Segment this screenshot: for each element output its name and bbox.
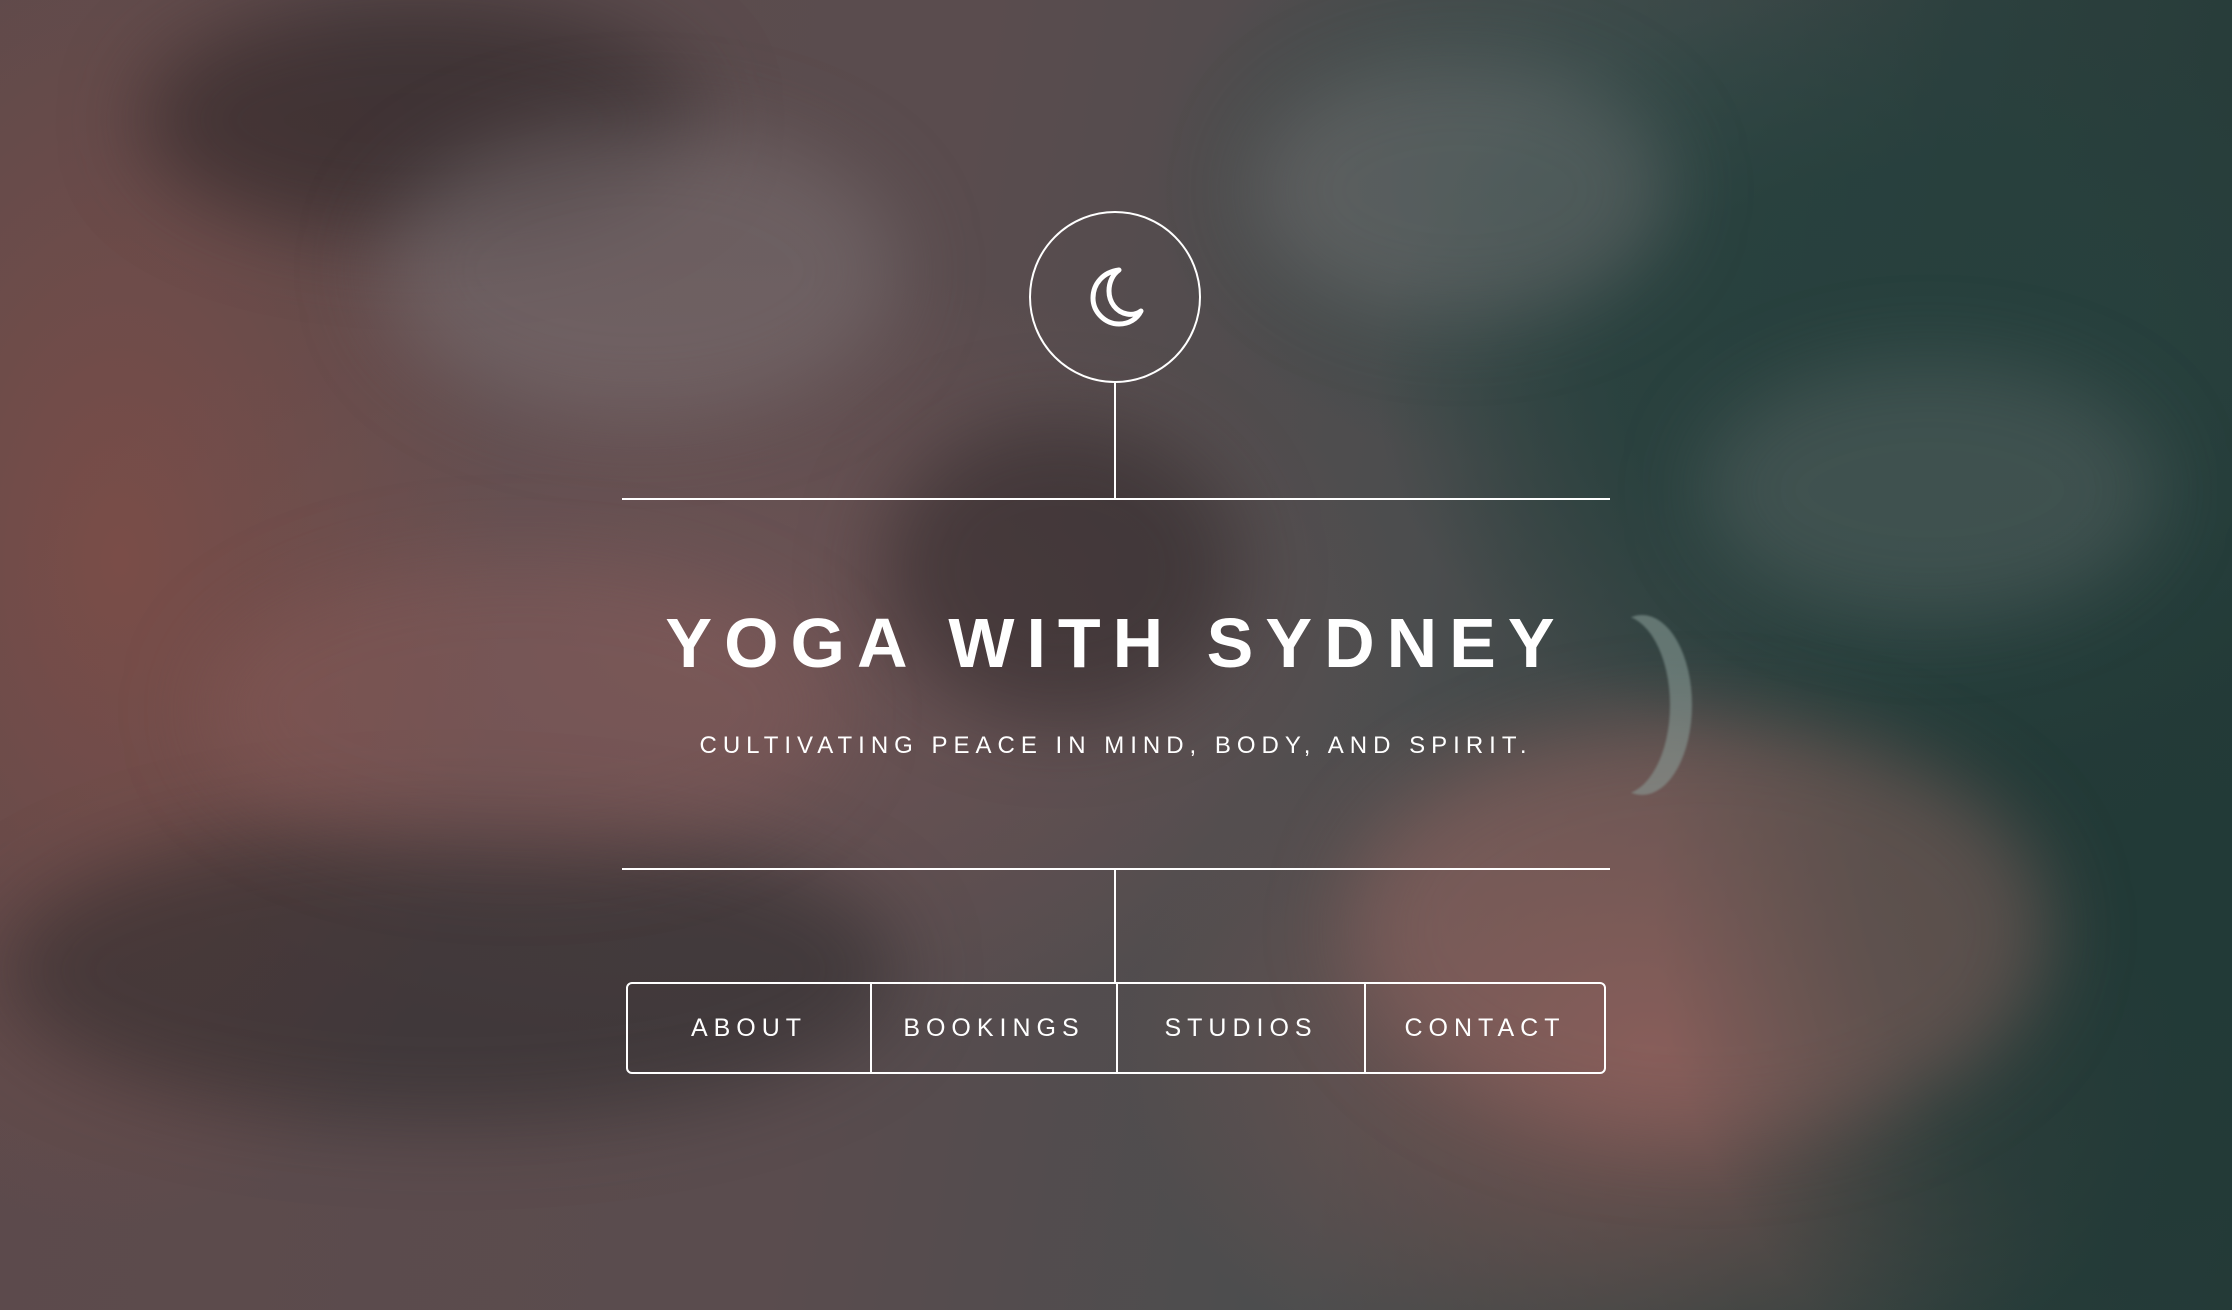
nav-contact-link[interactable]: CONTACT bbox=[1364, 984, 1604, 1072]
cloud-shape bbox=[1250, 60, 1670, 320]
main-nav: ABOUT BOOKINGS STUDIOS CONTACT bbox=[626, 982, 1606, 1074]
site-title: YOGA WITH SYDNEY bbox=[665, 604, 1567, 682]
cloud-shape bbox=[380, 120, 900, 420]
cloud-shape bbox=[0, 820, 900, 1120]
divider-bottom bbox=[622, 868, 1610, 870]
cloud-shape bbox=[1350, 720, 2050, 1140]
crescent-moon-icon bbox=[1083, 264, 1147, 330]
connector-line-top bbox=[1114, 383, 1116, 499]
nav-about-link[interactable]: ABOUT bbox=[628, 984, 870, 1072]
nav-bookings-link[interactable]: BOOKINGS bbox=[870, 984, 1116, 1072]
divider-top bbox=[622, 498, 1610, 500]
logo[interactable] bbox=[1029, 211, 1201, 383]
nav-studios-link[interactable]: STUDIOS bbox=[1116, 984, 1364, 1072]
site-tagline: CULTIVATING PEACE IN MIND, BODY, AND SPI… bbox=[699, 732, 1533, 759]
connector-line-bottom bbox=[1114, 869, 1116, 983]
cloud-shape bbox=[1700, 360, 2160, 620]
